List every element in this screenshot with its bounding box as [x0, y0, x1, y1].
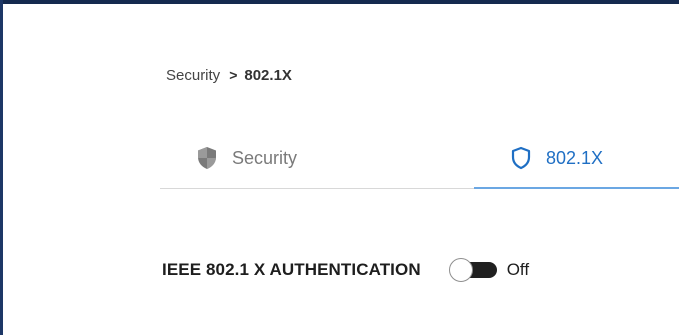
toggle-knob — [448, 258, 473, 282]
tab-802-1x[interactable]: 802.1X — [510, 128, 603, 188]
ieee-8021x-toggle[interactable] — [448, 258, 501, 282]
breadcrumb-parent-link[interactable]: Security — [166, 67, 220, 84]
active-tab-indicator — [474, 187, 679, 189]
toggle-state-text: Off — [506, 260, 530, 279]
breadcrumb-separator: > — [229, 67, 238, 83]
tab-security[interactable]: Security — [196, 128, 297, 188]
ieee-8021x-setting-row: IEEE 802.1 X AUTHENTICATION Off — [162, 254, 529, 286]
shield-filled-icon — [196, 146, 218, 170]
window-left-border — [0, 0, 3, 335]
tab-bar: Security 802.1X — [160, 128, 679, 190]
shield-outline-icon — [510, 146, 532, 170]
tab-security-label: Security — [232, 147, 298, 168]
app-window: Security > 802.1X Security 802.1X IEEE 8… — [0, 0, 679, 335]
breadcrumb: Security > 802.1X — [166, 64, 292, 86]
ieee-8021x-label: IEEE 802.1 X AUTHENTICATION — [162, 260, 421, 279]
breadcrumb-current: 802.1X — [244, 66, 292, 84]
tab-802-1x-label: 802.1X — [546, 147, 604, 168]
window-top-border — [0, 0, 679, 4]
